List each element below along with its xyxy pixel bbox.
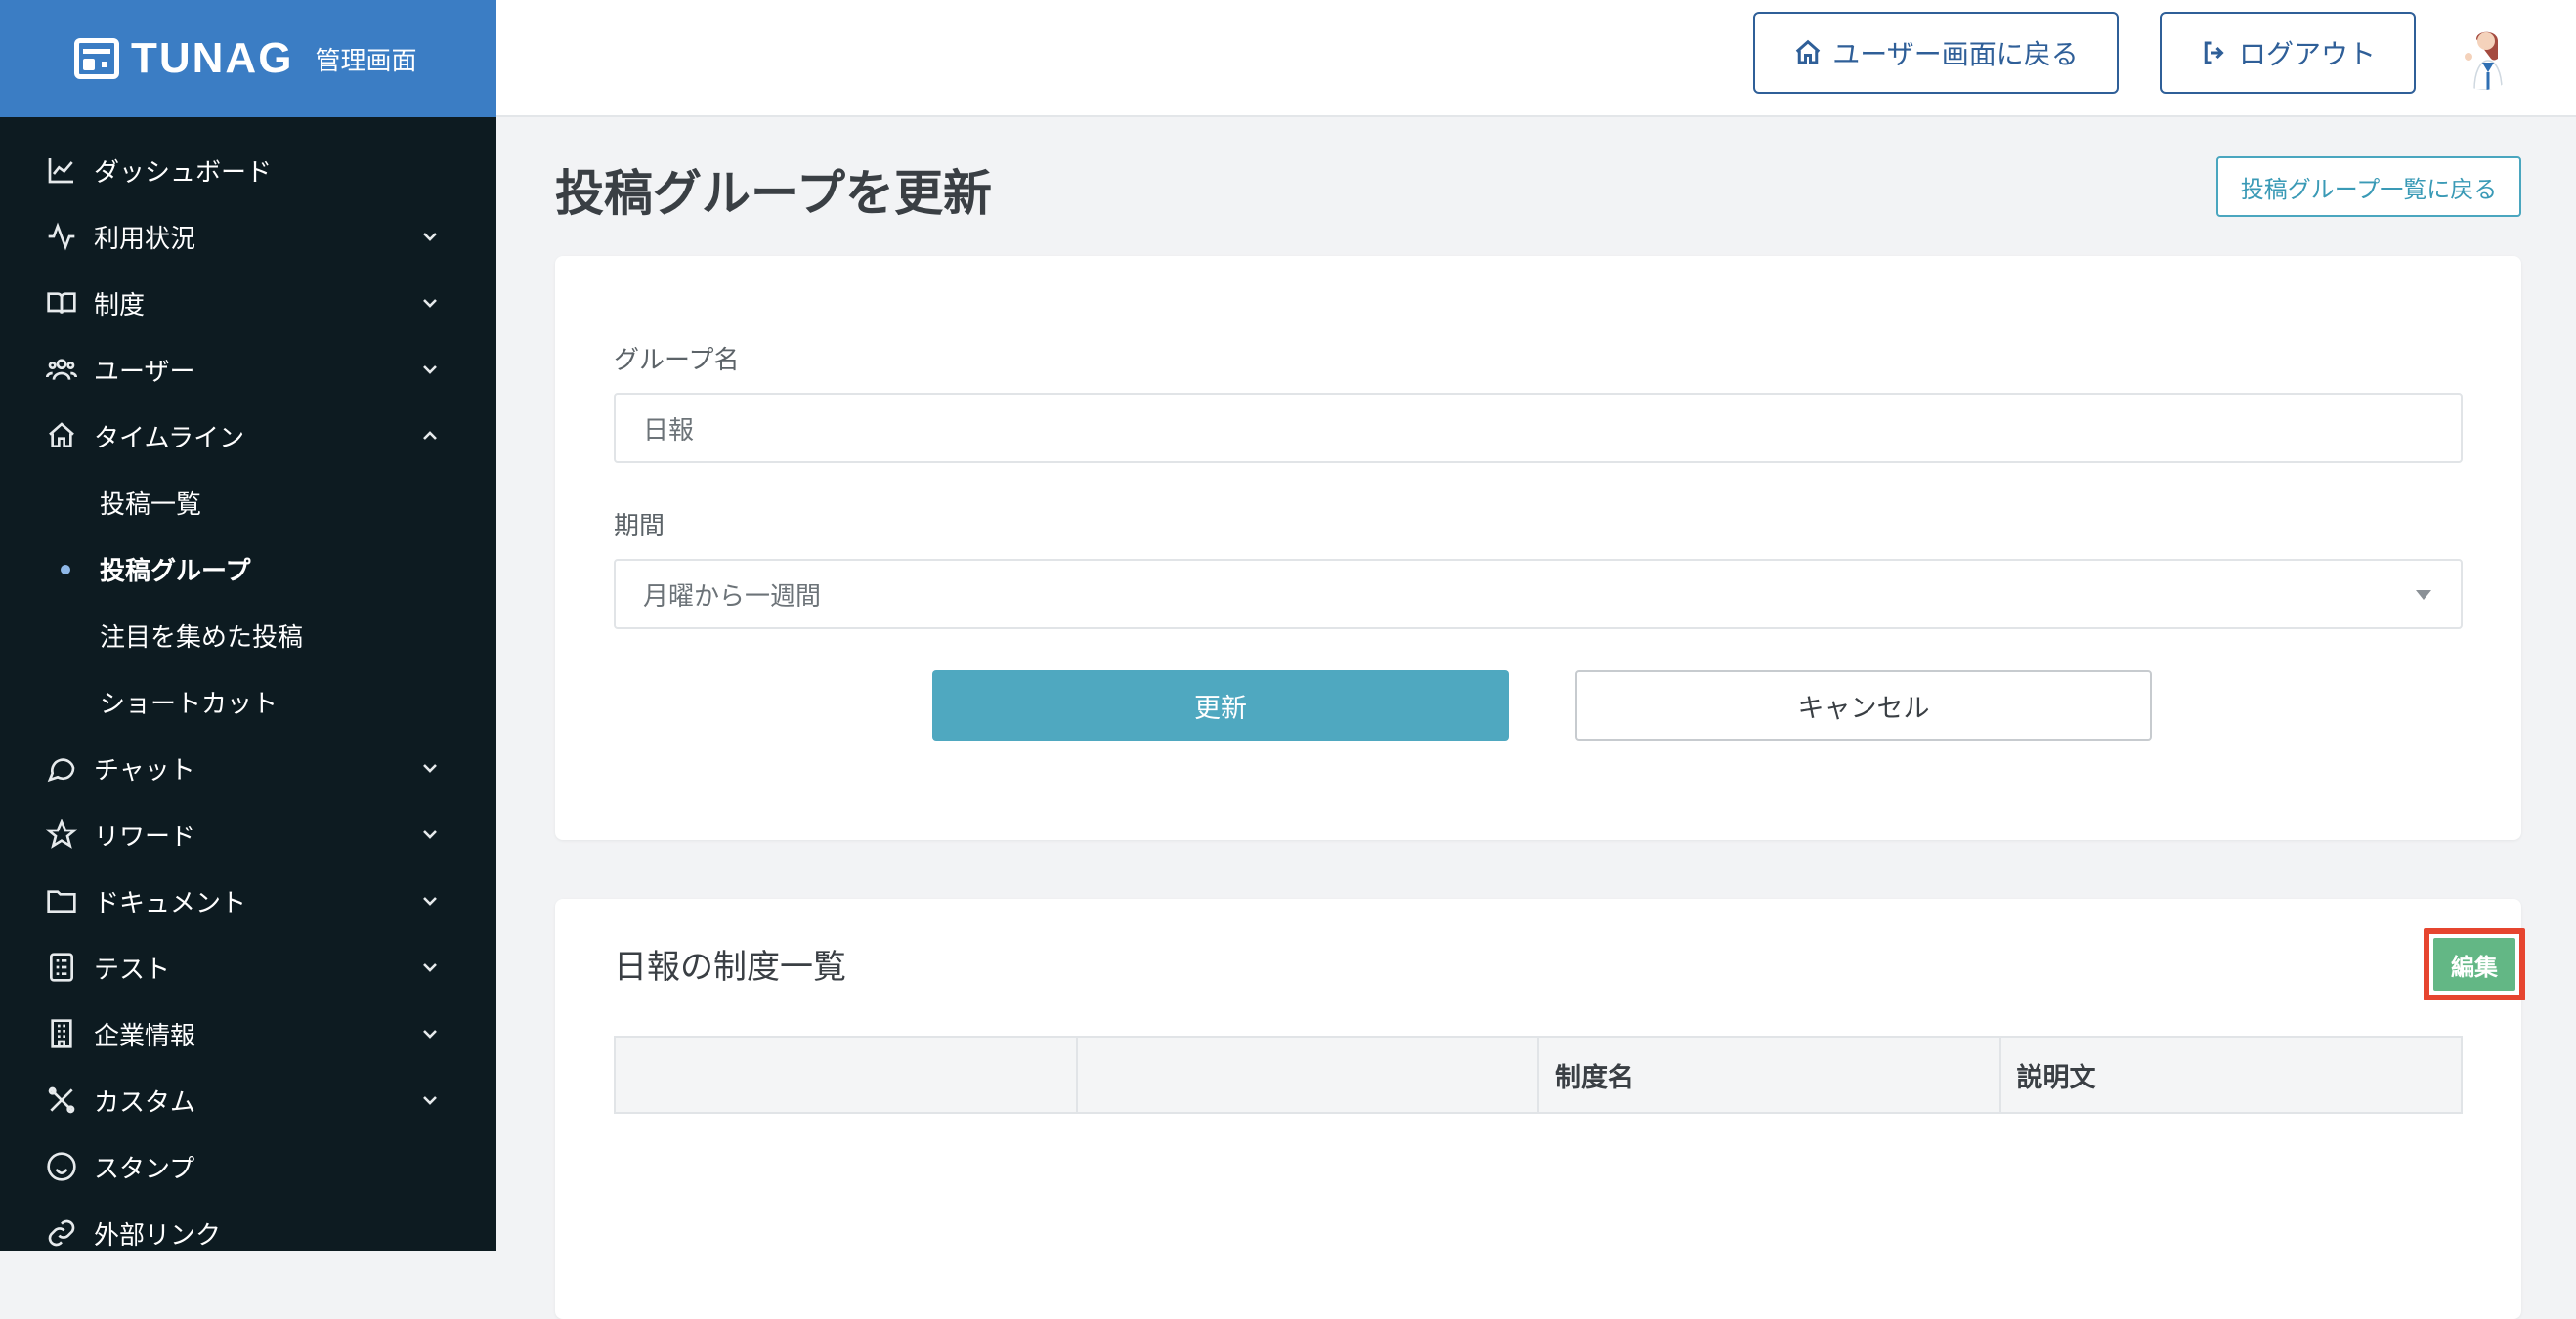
chevron-down-icon [418,225,442,248]
sidebar-item-company[interactable]: 企業情報 [0,1000,496,1067]
system-list-card: 日報の制度一覧 編集 制度名 説明文 [555,899,2521,1319]
user-screen-button[interactable]: ユーザー画面に戻る [1753,12,2119,94]
sidebar-item-document[interactable]: ドキュメント [0,868,496,934]
back-to-list-button[interactable]: 投稿グループ一覧に戻る [2216,156,2521,217]
sidebar-item-label: ドキュメント [94,883,418,919]
sidebar-item-stamp[interactable]: スタンプ [0,1133,496,1200]
chevron-up-icon [418,424,442,447]
brand-name: TUNAG [131,34,293,83]
sidebar-subitem-shortcuts[interactable]: ショートカット [0,668,496,735]
system-table: 制度名 説明文 [614,1036,2463,1114]
sidebar-item-label: スタンプ [94,1149,442,1185]
user-screen-button-label: ユーザー画面に戻る [1832,33,2078,72]
avatar[interactable] [2449,20,2519,90]
user-avatar-icon [2449,20,2519,90]
sidebar-subitem-label: 投稿グループ [100,551,250,587]
cancel-button[interactable]: キャンセル [1575,670,2152,741]
page-title: 投稿グループを更新 [555,154,992,225]
checklist-icon [45,951,78,984]
chevron-down-icon [418,756,442,780]
sidebar-subitem-label: 投稿一覧 [100,485,201,521]
sidebar-item-system[interactable]: 制度 [0,270,496,336]
sidebar-nav: ダッシュボード 利用状況 制度 ユーザー [0,117,496,1251]
logout-button[interactable]: ログアウト [2160,12,2416,94]
activity-icon [45,220,78,253]
sidebar-item-label: 利用状況 [94,219,418,255]
chevron-down-icon [418,291,442,315]
chart-line-icon [45,153,78,187]
sidebar-subitem-label: ショートカット [100,684,278,720]
period-select[interactable]: 月曜から一週間 [614,559,2463,629]
sidebar-item-dashboard[interactable]: ダッシュボード [0,137,496,203]
top-header: ユーザー画面に戻る ログアウト [496,0,2576,117]
edit-highlight-box: 編集 [2424,928,2525,1000]
sidebar-item-users[interactable]: ユーザー [0,336,496,403]
period-label: 期間 [614,506,665,542]
home-icon [45,419,78,452]
edit-form-card: グループ名 期間 月曜から一週間 更新 キャンセル [555,256,2521,840]
sidebar-item-usage[interactable]: 利用状況 [0,203,496,270]
sidebar-item-label: チャット [94,750,418,787]
table-header-cell [615,1037,1077,1113]
brand-subtitle: 管理画面 [315,41,416,77]
system-list-title: 日報の制度一覧 [614,940,846,988]
sidebar-item-reward[interactable]: リワード [0,801,496,868]
table-header-row: 制度名 説明文 [615,1037,2462,1113]
update-button[interactable]: 更新 [932,670,1509,741]
users-icon [45,353,78,386]
sidebar-item-label: タイムライン [94,418,418,454]
chat-bubble-icon [45,751,78,785]
smile-icon [45,1150,78,1183]
sidebar-subitem-post-list[interactable]: 投稿一覧 [0,469,496,535]
building-icon [45,1017,78,1050]
chevron-down-icon [418,956,442,979]
active-indicator-dot [61,565,70,574]
logout-button-label: ログアウト [2239,33,2376,72]
sidebar-item-label: ユーザー [94,352,418,388]
chevron-down-icon [418,358,442,381]
sidebar-subitem-post-groups[interactable]: 投稿グループ [0,535,496,602]
group-name-input[interactable] [614,393,2463,463]
sidebar-item-label: テスト [94,950,418,986]
chevron-down-icon [418,1022,442,1045]
chevron-down-icon [418,1088,442,1112]
chevron-down-icon [418,889,442,913]
group-name-label: グループ名 [614,340,739,376]
book-icon [45,286,78,319]
folder-icon [45,884,78,917]
table-header-description: 説明文 [2000,1037,2463,1113]
edit-button[interactable]: 編集 [2433,938,2515,991]
tunag-logo-icon [74,38,119,79]
table-header-cell [1077,1037,1539,1113]
main-content: 投稿グループを更新 投稿グループ一覧に戻る グループ名 期間 月曜から一週間 更… [496,117,2576,1251]
brand-bar[interactable]: TUNAG 管理画面 [0,0,496,117]
sidebar-item-label: 企業情報 [94,1016,418,1052]
logout-icon [2200,38,2229,67]
sidebar-item-chat[interactable]: チャット [0,735,496,801]
sidebar: TUNAG 管理画面 ダッシュボード 利用状況 制度 [0,0,496,1251]
sidebar-item-label: リワード [94,817,418,853]
sidebar-item-test[interactable]: テスト [0,934,496,1000]
sidebar-item-label: 制度 [94,285,418,321]
sidebar-item-label: ダッシュボード [94,152,442,189]
chevron-down-icon [418,823,442,846]
sidebar-item-timeline[interactable]: タイムライン [0,403,496,469]
tools-icon [45,1084,78,1117]
caret-down-icon [2416,590,2431,600]
sidebar-item-custom[interactable]: カスタム [0,1067,496,1133]
home-icon [1793,38,1823,67]
sidebar-item-label: 外部リンク [94,1215,442,1252]
period-select-value: 月曜から一週間 [643,576,821,613]
sidebar-subitem-featured-posts[interactable]: 注目を集めた投稿 [0,602,496,668]
star-icon [45,818,78,851]
sidebar-subitem-label: 注目を集めた投稿 [100,617,303,654]
sidebar-item-external-link[interactable]: 外部リンク [0,1200,496,1251]
link-icon [45,1216,78,1250]
sidebar-item-label: カスタム [94,1083,418,1119]
table-header-system-name: 制度名 [1538,1037,2000,1113]
